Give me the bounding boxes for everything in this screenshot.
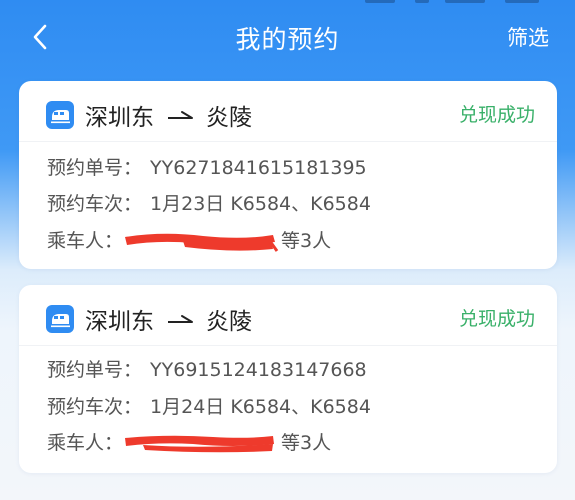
arrow-right-icon	[168, 111, 193, 119]
redaction-mark	[123, 435, 275, 453]
destination-station: 炎陵	[206, 105, 252, 131]
order-number-label: 预约单号：	[47, 157, 143, 179]
status-badge: 兑现成功	[458, 308, 535, 330]
train-value: 1月23日 K6584、K6584	[150, 193, 371, 215]
route: 深圳东 炎陵	[85, 302, 252, 336]
train-label: 预约车次：	[47, 193, 143, 215]
train-value: 1月24日 K6584、K6584	[150, 396, 371, 418]
order-number-row: 预约单号： YY6271841615181395	[47, 153, 367, 180]
train-row: 预约车次： 1月23日 K6584、K6584	[47, 189, 371, 216]
passenger-label: 乘车人：	[47, 230, 124, 252]
divider	[19, 345, 557, 346]
destination-station: 炎陵	[206, 309, 252, 335]
page-title: 我的预约	[235, 25, 340, 54]
booking-card[interactable]: 深圳东 炎陵 兑现成功 预约单号： YY6915124183147668 预约车次…	[19, 285, 557, 473]
filter-button[interactable]: 筛选	[507, 22, 549, 52]
booking-card[interactable]: 深圳东 炎陵 兑现成功 预约单号： YY6271841615181395 预约车次…	[19, 81, 557, 269]
order-number-row: 预约单号： YY6915124183147668	[47, 355, 367, 382]
passenger-count: 等3人	[281, 432, 332, 454]
passenger-count: 等3人	[281, 230, 332, 252]
train-label: 预约车次：	[47, 396, 143, 418]
redaction-mark	[123, 233, 279, 252]
passenger-row: 乘车人： 等3人	[47, 226, 331, 253]
passenger-label: 乘车人：	[47, 432, 124, 454]
order-number-value: YY6915124183147668	[150, 359, 367, 381]
card-header: 深圳东 炎陵 兑现成功	[19, 81, 557, 141]
divider	[19, 141, 557, 142]
order-number-value: YY6271841615181395	[150, 157, 367, 179]
order-number-label: 预约单号：	[47, 359, 143, 381]
card-header: 深圳东 炎陵 兑现成功	[19, 285, 557, 345]
passenger-row: 乘车人： 等3人	[47, 428, 331, 455]
origin-station: 深圳东	[85, 309, 154, 335]
origin-station: 深圳东	[85, 105, 154, 131]
status-badge: 兑现成功	[458, 104, 535, 126]
route: 深圳东 炎陵	[85, 98, 252, 132]
train-icon	[46, 305, 74, 333]
train-icon	[46, 101, 74, 129]
arrow-right-icon	[168, 315, 193, 323]
train-row: 预约车次： 1月24日 K6584、K6584	[47, 392, 371, 419]
nav-header: 我的预约 筛选	[0, 0, 575, 78]
